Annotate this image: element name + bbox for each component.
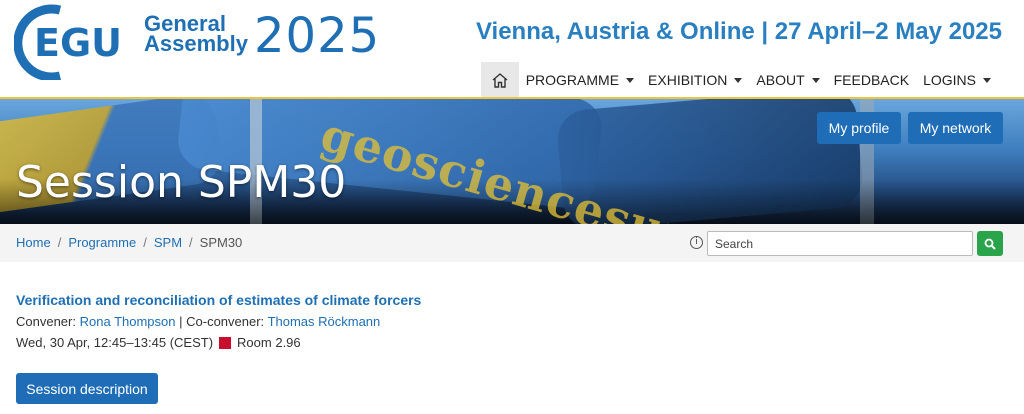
session-details: Verification and reconciliation of estim… [16, 292, 1006, 351]
egu-logo[interactable]: EGU General Assembly 2025 [14, 0, 379, 80]
caret-down-icon [811, 77, 820, 83]
nav-feedback-label: FEEDBACK [833, 72, 910, 88]
convener-link[interactable]: Rona Thompson [80, 314, 176, 329]
egu-logo-mark: EGU [14, 0, 132, 80]
session-banner: geosciencesunion Session SPM30 My profil… [0, 99, 1024, 224]
breadcrumb-separator: / [143, 235, 147, 250]
breadcrumb-current: SPM30 [199, 235, 243, 250]
caret-down-icon [983, 77, 991, 83]
breadcrumb-spm[interactable]: SPM [154, 235, 182, 250]
my-network-button[interactable]: My network [908, 112, 1003, 144]
room-color-swatch [219, 337, 232, 349]
site-header: EGU General Assembly 2025 Vienna, Austri… [0, 0, 1024, 99]
nav-logins[interactable]: LOGINS [916, 62, 998, 98]
page-title: Session SPM30 [16, 157, 347, 208]
main-nav: PROGRAMME EXHIBITION ABOUT FEEDBACK LOGI… [480, 62, 998, 98]
co-convener-label: Co-convener: [186, 314, 265, 329]
logo-year: 2025 [254, 8, 381, 64]
convener-divider: | [179, 314, 183, 329]
breadcrumb-separator: / [57, 235, 62, 250]
breadcrumb-bar: Home / Programme / SPM / SPM30 i [0, 224, 1024, 262]
my-profile-button[interactable]: My profile [817, 112, 901, 144]
info-icon[interactable]: i [690, 236, 703, 249]
session-room: Room 2.96 [237, 335, 301, 350]
nav-exhibition-label: EXHIBITION [648, 72, 728, 88]
co-convener-link[interactable]: Thomas Röckmann [268, 314, 381, 329]
search-input[interactable] [707, 231, 973, 256]
session-time: Wed, 30 Apr, 12:45–13:45 (CEST) [16, 335, 214, 350]
breadcrumb-separator: / [189, 235, 193, 250]
breadcrumb-programme[interactable]: Programme [68, 235, 136, 250]
search-icon [984, 238, 996, 250]
nav-exhibition[interactable]: EXHIBITION [641, 62, 749, 98]
nav-logins-label: LOGINS [923, 72, 976, 88]
nav-about-label: ABOUT [756, 72, 805, 88]
logo-line-assembly: Assembly [144, 31, 248, 56]
home-icon [492, 73, 508, 88]
nav-programme[interactable]: PROGRAMME [519, 62, 641, 98]
logo-egu-text: EGU [34, 21, 122, 65]
search-button[interactable] [977, 231, 1003, 256]
session-time-line: Wed, 30 Apr, 12:45–13:45 (CEST) Room 2.96 [16, 335, 1006, 351]
session-title[interactable]: Verification and reconciliation of estim… [16, 292, 1006, 309]
nav-feedback[interactable]: FEEDBACK [827, 62, 916, 98]
logo-subtitle: General Assembly [144, 13, 248, 56]
convener-line: Convener: Rona Thompson | Co-convener: T… [16, 314, 1006, 330]
session-description-button[interactable]: Session description [16, 373, 158, 404]
caret-down-icon [734, 77, 743, 83]
nav-home[interactable] [480, 62, 519, 98]
event-tagline: Vienna, Austria & Online | 27 April–2 Ma… [475, 18, 1002, 45]
caret-down-icon [626, 77, 635, 83]
breadcrumb-home[interactable]: Home [16, 235, 51, 250]
nav-about[interactable]: ABOUT [749, 62, 826, 98]
convener-label: Convener: [16, 314, 76, 329]
breadcrumb: Home / Programme / SPM / SPM30 [16, 235, 242, 250]
nav-programme-label: PROGRAMME [525, 72, 620, 88]
